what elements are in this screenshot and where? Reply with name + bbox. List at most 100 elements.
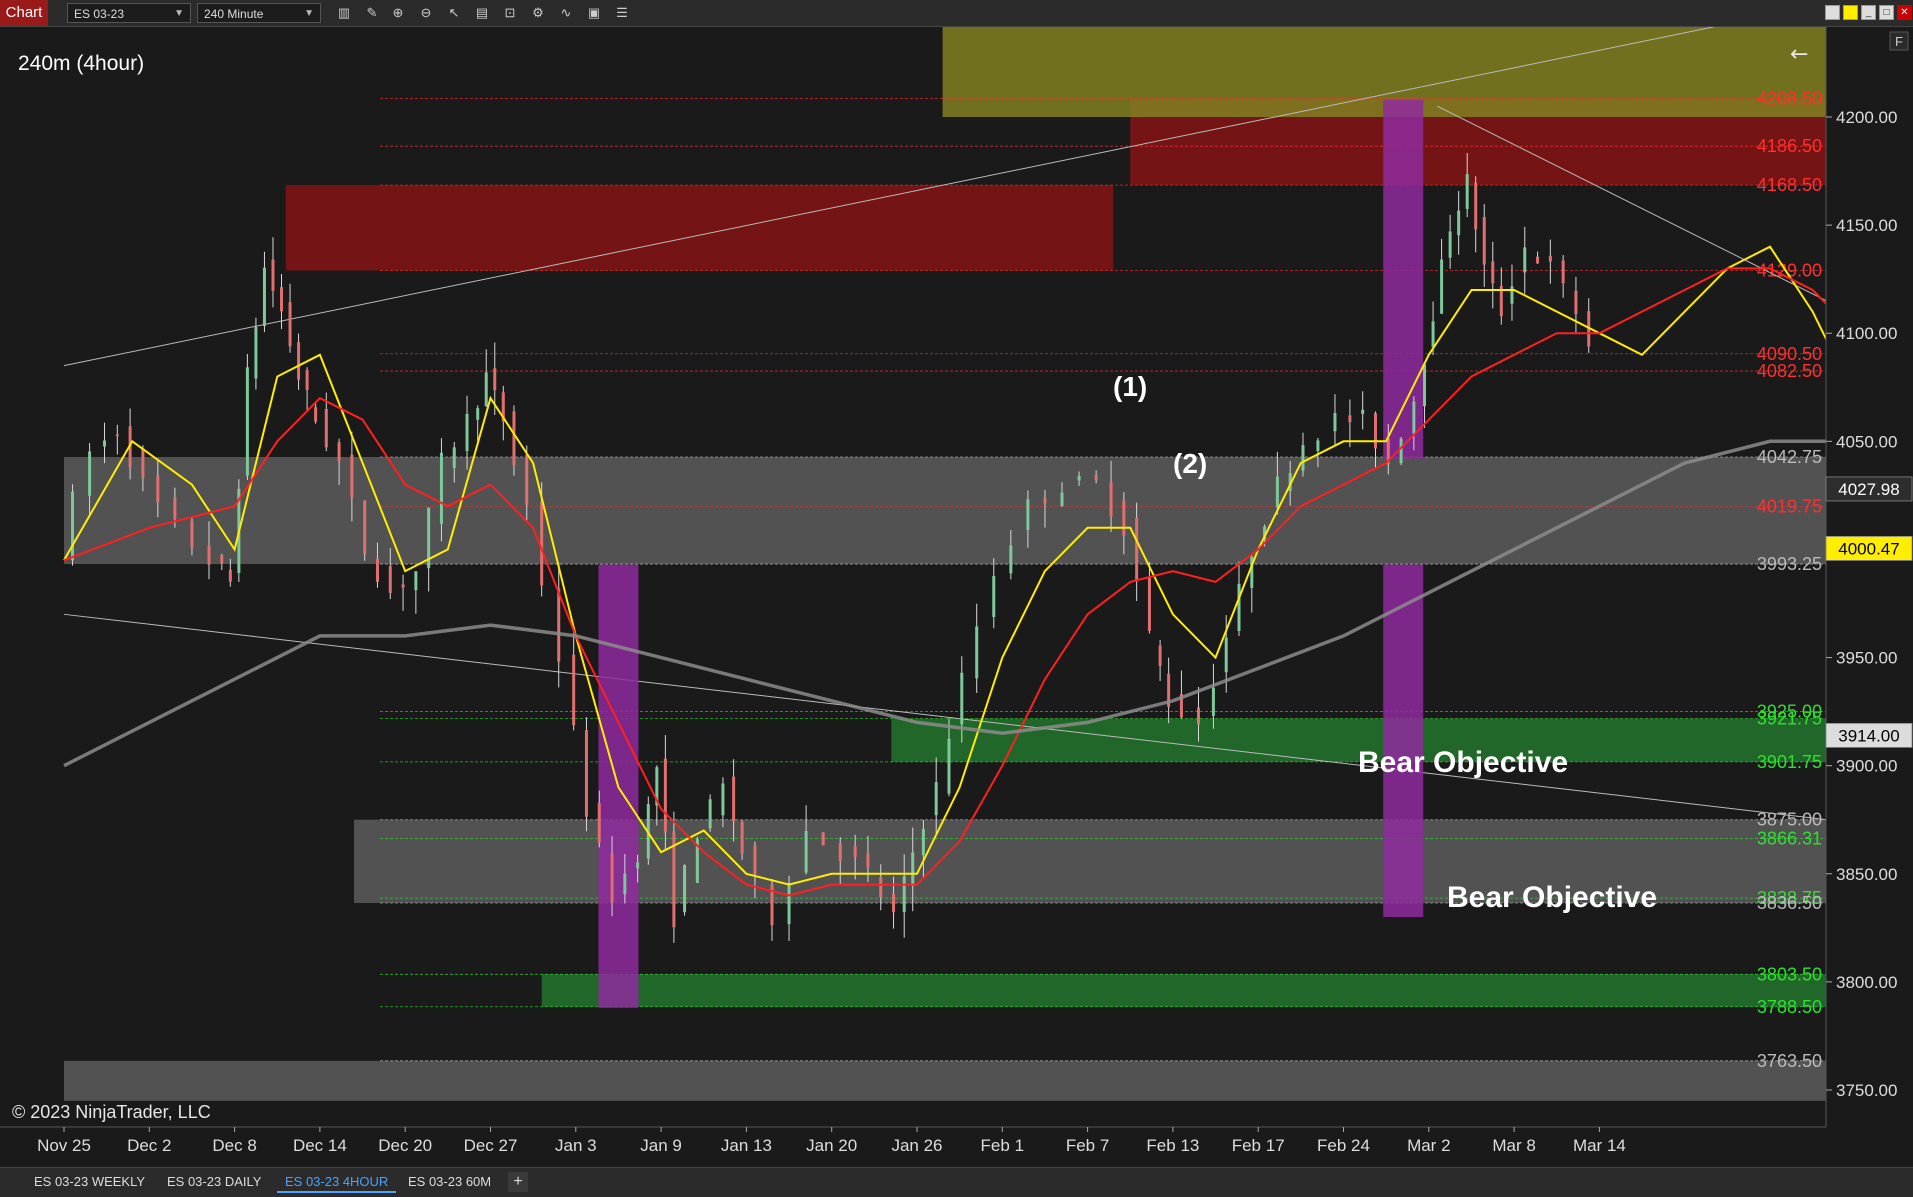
candle-body xyxy=(525,454,529,505)
candle-body xyxy=(1548,255,1552,262)
price-tick-label: 3750.00 xyxy=(1836,1081,1897,1100)
moving-average-line xyxy=(63,267,1913,897)
chart-menu-button[interactable]: Chart xyxy=(0,0,48,26)
candle-body xyxy=(324,408,328,448)
price-tick-label: 3850.00 xyxy=(1836,865,1897,884)
candle-body xyxy=(337,442,341,461)
candle-body xyxy=(636,862,640,869)
price-axis-bg xyxy=(1826,27,1913,1167)
add-tab-button[interactable]: + xyxy=(508,1172,528,1192)
time-tick-label: Dec 2 xyxy=(127,1136,171,1155)
candle-body xyxy=(1348,415,1352,423)
candle-body xyxy=(921,828,925,856)
interval-select[interactable]: 240 Minute ▼ xyxy=(197,3,321,23)
indicators-icon[interactable]: ∿ xyxy=(556,3,576,23)
candle-body xyxy=(71,491,75,561)
candle-body xyxy=(350,454,354,498)
candle-body xyxy=(1561,260,1565,284)
candle-body xyxy=(314,407,318,422)
time-tick-label: Feb 1 xyxy=(981,1136,1024,1155)
level-label: 3763.50 xyxy=(1757,1051,1822,1071)
zoom-out-icon[interactable]: ⊖ xyxy=(416,3,436,23)
time-tick-label: Mar 14 xyxy=(1573,1136,1626,1155)
candle-body xyxy=(753,845,757,875)
candle-body xyxy=(493,368,497,391)
tab-daily[interactable]: ES 03-23 DAILY xyxy=(159,1171,269,1193)
minimize-icon[interactable]: _ xyxy=(1861,5,1876,20)
candle-body xyxy=(305,370,309,390)
candle-body xyxy=(732,776,736,822)
candle-body xyxy=(88,451,92,496)
time-tick-label: Mar 8 xyxy=(1492,1136,1535,1155)
chevron-down-icon: ▼ xyxy=(174,8,184,19)
time-axis: Nov 25 Dec 2 Dec 8 Dec 14 Dec 20 Dec 27 Jan 3 J… xyxy=(0,1126,1826,1155)
level-label: 4208.50 xyxy=(1757,89,1822,109)
maximize-icon[interactable]: □ xyxy=(1879,5,1894,20)
candle-body xyxy=(228,569,232,582)
bar-type-icon[interactable]: ▥ xyxy=(334,3,354,23)
candle-body xyxy=(1211,687,1215,716)
instrument-select[interactable]: ES 03-23 ▼ xyxy=(67,3,191,23)
candle-body xyxy=(1109,481,1113,517)
data-box-icon[interactable]: ▤ xyxy=(472,3,492,23)
level-label: 3866.31 xyxy=(1757,829,1822,849)
level-label: 4168.50 xyxy=(1757,175,1822,195)
list-icon[interactable]: ☰ xyxy=(612,3,632,23)
templates-icon[interactable]: ▣ xyxy=(584,3,604,23)
price-chart[interactable]: 4247.504208.504186.504168.504129.004090.… xyxy=(0,27,1913,1167)
tab-60m[interactable]: ES 03-23 60M xyxy=(400,1171,499,1193)
candle-body xyxy=(1448,231,1452,258)
candle-body xyxy=(1060,492,1064,507)
candle-body xyxy=(663,758,667,833)
candle-body xyxy=(584,730,588,817)
price-tick-label: 3900.00 xyxy=(1836,757,1897,776)
time-tick-label: Jan 13 xyxy=(721,1136,772,1155)
candle-body xyxy=(597,803,601,843)
candle-body xyxy=(879,877,883,898)
candle-body xyxy=(838,843,842,861)
chart-panel[interactable]: 4247.504208.504186.504168.504129.004090.… xyxy=(0,27,1913,1167)
price-tick-label: 3950.00 xyxy=(1836,649,1897,668)
candle-body xyxy=(866,852,870,868)
candle-body xyxy=(156,475,160,503)
candle-body xyxy=(1009,545,1013,574)
zone-neutral xyxy=(64,457,1826,565)
time-tick-label: Feb 7 xyxy=(1066,1136,1109,1155)
candle-body xyxy=(610,853,614,903)
properties-icon[interactable]: ⊡ xyxy=(500,3,520,23)
pointer-icon[interactable]: ↖ xyxy=(444,3,464,23)
candle-body xyxy=(787,882,791,925)
tab-weekly[interactable]: ES 03-23 WEEKLY xyxy=(26,1171,153,1193)
candle-body xyxy=(401,584,405,588)
candle-body xyxy=(1536,256,1540,264)
candle-body xyxy=(1224,637,1228,673)
candle-body xyxy=(992,576,996,618)
tab-4hour[interactable]: ES 03-23 4HOUR xyxy=(277,1171,397,1193)
candle-body xyxy=(1237,583,1241,632)
candle-body xyxy=(512,411,516,466)
instrument-value: ES 03-23 xyxy=(74,7,125,21)
candle-body xyxy=(1333,413,1337,432)
candle-body xyxy=(190,520,194,548)
candle-body xyxy=(388,565,392,593)
zoom-in-icon[interactable]: ⊕ xyxy=(388,3,408,23)
candle-body xyxy=(1158,645,1162,666)
highlight-icon[interactable] xyxy=(1843,5,1858,20)
candle-body xyxy=(902,876,906,913)
candle-body xyxy=(288,302,292,347)
price-tick-label: 4150.00 xyxy=(1836,216,1897,235)
candle-body xyxy=(683,865,687,913)
candle-body xyxy=(1275,476,1279,508)
candle-body xyxy=(1457,210,1461,236)
strategies-icon[interactable]: ⚙ xyxy=(528,3,548,23)
candle-body xyxy=(1423,364,1427,407)
candle-body xyxy=(375,558,379,582)
candle-body xyxy=(254,327,258,379)
time-tick-label: Feb 24 xyxy=(1317,1136,1370,1155)
candle-body xyxy=(414,571,418,591)
back-arrow-icon[interactable]: ← xyxy=(1790,42,1808,67)
close-icon[interactable]: ✕ xyxy=(1897,5,1912,20)
restore-icon[interactable] xyxy=(1825,5,1840,20)
draw-pencil-icon[interactable]: ✎ xyxy=(362,3,382,23)
time-tick-label: Jan 26 xyxy=(891,1136,942,1155)
